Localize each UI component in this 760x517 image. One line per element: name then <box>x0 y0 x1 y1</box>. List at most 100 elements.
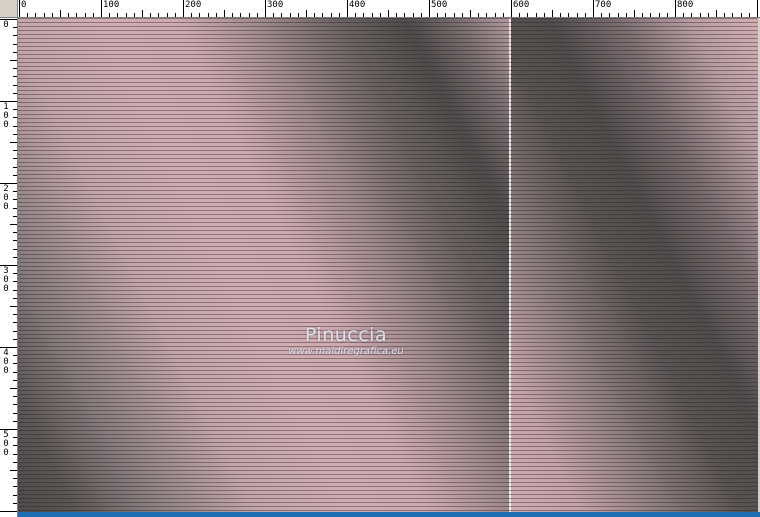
ruler-tick <box>13 503 17 504</box>
ruler-tick <box>618 13 619 17</box>
ruler-tick <box>609 13 610 17</box>
ruler-tick <box>568 13 569 17</box>
ruler-tick <box>10 224 17 225</box>
ruler-tick <box>199 13 200 17</box>
ruler-label: 500 <box>431 0 448 10</box>
ruler-tick <box>134 13 135 17</box>
ruler-tick <box>552 10 553 17</box>
ruler-tick <box>19 0 20 17</box>
ruler-tick <box>445 13 446 17</box>
ruler-tick <box>13 290 17 291</box>
ruler-tick <box>650 13 651 17</box>
ruler-tick <box>347 0 348 17</box>
ruler-tick <box>101 0 102 17</box>
ruler-tick <box>13 404 17 405</box>
ruler-tick <box>749 13 750 17</box>
ruler-label: 200 <box>185 0 202 10</box>
ruler-tick <box>10 306 17 307</box>
ruler-label: 200 <box>3 184 9 212</box>
ruler-tick <box>93 13 94 17</box>
ruler-tick <box>437 13 438 17</box>
ruler-tick <box>208 13 209 17</box>
ruler-tick <box>519 13 520 17</box>
ruler-tick <box>13 117 17 118</box>
ruler-tick <box>10 142 17 143</box>
ruler-tick <box>13 273 17 274</box>
ruler-tick <box>396 13 397 17</box>
ruler-tick <box>52 13 53 17</box>
horizontal-ruler[interactable]: 0 100 200 300 400 500 600 700 800 <box>18 0 760 18</box>
ruler-tick <box>634 10 635 17</box>
ruler-tick <box>158 13 159 17</box>
ruler-tick <box>44 13 45 17</box>
ruler-tick <box>13 175 17 176</box>
ruler-tick <box>675 0 676 17</box>
ruler-tick <box>724 13 725 17</box>
ruler-tick <box>13 199 17 200</box>
ruler-tick <box>142 10 143 17</box>
image-editor-window: 0 100 200 300 400 500 600 700 800 0 100 200 300 400 5… <box>0 0 760 517</box>
ruler-tick <box>13 52 17 53</box>
ruler-tick <box>13 134 17 135</box>
ruler-tick <box>13 396 17 397</box>
ruler-tick <box>35 13 36 17</box>
ruler-tick <box>13 35 17 36</box>
ruler-tick <box>60 10 61 17</box>
ruler-tick <box>232 13 233 17</box>
ruler-tick <box>13 68 17 69</box>
ruler-tick <box>503 13 504 17</box>
ruler-tick <box>757 0 758 17</box>
ruler-tick <box>13 281 17 282</box>
ruler-tick <box>13 126 17 127</box>
ruler-tick <box>13 445 17 446</box>
ruler-tick <box>13 437 17 438</box>
ruler-tick <box>716 10 717 17</box>
ruler-tick <box>13 486 17 487</box>
ruler-tick <box>13 232 17 233</box>
ruler-label: 500 <box>3 430 9 458</box>
ruler-tick <box>372 13 373 17</box>
ruler-label: 100 <box>103 0 120 10</box>
ruler-tick <box>13 462 17 463</box>
ruler-tick <box>13 93 17 94</box>
ruler-tick <box>175 13 176 17</box>
ruler-tick <box>708 13 709 17</box>
ruler-tick <box>290 13 291 17</box>
ruler-label: 700 <box>595 0 612 10</box>
ruler-corner <box>0 0 18 18</box>
ruler-tick <box>13 76 17 77</box>
ruler-tick <box>281 13 282 17</box>
ruler-tick <box>732 13 733 17</box>
ruler-tick <box>536 13 537 17</box>
ruler-tick <box>585 13 586 17</box>
ruler-tick <box>527 13 528 17</box>
ruler-tick <box>470 10 471 17</box>
ruler-tick <box>27 13 28 17</box>
vertical-ruler[interactable]: 0 100 200 300 400 500 <box>0 18 18 517</box>
ruler-tick <box>13 27 17 28</box>
ruler-tick <box>577 13 578 17</box>
ruler-tick <box>257 13 258 17</box>
ruler-tick <box>191 13 192 17</box>
ruler-tick <box>13 216 17 217</box>
ruler-tick <box>601 13 602 17</box>
ruler-tick <box>224 10 225 17</box>
ruler-tick <box>13 363 17 364</box>
ruler-tick <box>13 150 17 151</box>
ruler-tick <box>13 109 17 110</box>
ruler-tick <box>626 13 627 17</box>
ruler-tick <box>249 13 250 17</box>
ruler-tick <box>10 388 17 389</box>
image-canvas[interactable]: Pinuccia www.maidiregrafica.eu <box>18 18 758 512</box>
ruler-tick <box>13 85 17 86</box>
ruler-tick <box>741 13 742 17</box>
ruler-tick <box>13 249 17 250</box>
ruler-tick <box>593 0 594 17</box>
right-gradient-pane <box>511 18 758 512</box>
ruler-tick <box>13 240 17 241</box>
ruler-tick <box>273 13 274 17</box>
ruler-tick <box>421 13 422 17</box>
ruler-tick <box>13 372 17 373</box>
ruler-tick <box>511 0 512 17</box>
ruler-label: 400 <box>349 0 366 10</box>
